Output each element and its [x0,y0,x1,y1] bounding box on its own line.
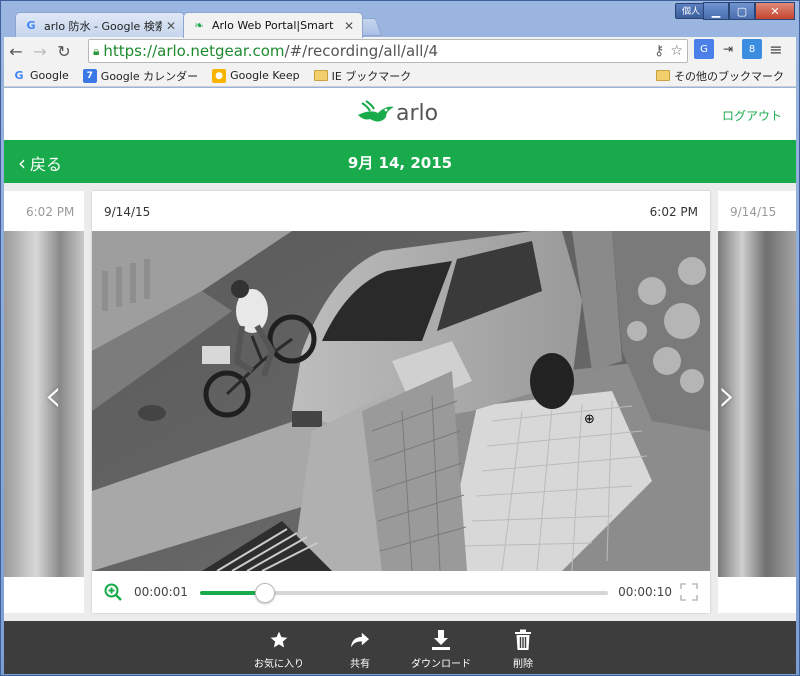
action-label: ダウンロード [411,659,471,670]
site-header: arlo ログアウト [4,88,796,140]
zoom-cursor-icon: ⊕ [584,412,595,427]
other-bookmarks[interactable]: その他のブックマーク [656,68,784,84]
download-icon [396,627,486,653]
tab-title: Arlo Web Portal|Smart [212,19,334,32]
forward-arrow-icon[interactable]: → [28,39,52,63]
key-icon[interactable]: ⚷ [654,43,664,59]
recording-date: 9/14/15 [730,205,777,219]
bookmark-label: Google [30,69,69,82]
bookmark-google[interactable]: G Google [12,69,69,83]
recording-date: 9/14/15 [104,205,151,219]
google-g-icon: G [26,19,36,32]
reload-icon[interactable]: ↻ [52,39,76,63]
seek-handle[interactable] [255,583,276,603]
url-host: https://arlo.netgear.com [103,42,285,60]
extension-icons: G ⇥ 8 ≡ [694,39,786,59]
bookmark-label: その他のブックマーク [674,69,784,83]
tab-google-search[interactable]: G arlo 防水 - Google 検索 ✕ [15,12,185,38]
fullscreen-icon[interactable] [680,583,698,601]
maximize-button[interactable]: ▢ [729,2,755,20]
logout-link[interactable]: ログアウト [722,107,782,124]
recording-time: 6:02 PM [26,205,75,219]
bookmark-label: Google Keep [230,69,300,82]
page-title: 9月 14, 2015 [347,154,453,172]
bookmark-label: IE ブックマーク [331,69,412,83]
window-close-button[interactable]: ✕ [755,2,795,20]
action-label: 共有 [350,659,370,670]
address-bar[interactable]: 🔒︎ https://arlo.netgear.com/#/recording/… [88,39,688,63]
bookmarks-bar: G Google 7 Google カレンダー ● Google Keep IE… [4,65,796,87]
bookmark-star-icon[interactable]: ☆ [670,43,683,59]
arlo-bird-icon [358,100,394,122]
current-time: 00:00:01 [134,585,188,599]
calendar-icon: 7 [82,68,97,83]
recording-card: 9/14/15 6:02 PM ⊕ 00:00:01 00:00:10 [92,191,710,613]
delete-button[interactable]: 削除 [478,627,568,670]
playback-controls: 00:00:01 00:00:10 [92,571,710,613]
total-time: 00:00:10 [618,585,672,599]
zoom-in-icon[interactable] [104,583,122,601]
action-label: お気に入り [254,659,304,670]
close-icon[interactable]: ✕ [344,19,354,33]
recording-time: 6:02 PM [649,205,698,219]
bookmark-google-calendar[interactable]: 7 Google カレンダー [82,68,199,84]
download-button[interactable]: ダウンロード [396,627,486,670]
tab-arlo-portal[interactable]: ❧ Arlo Web Portal|Smart ✕ [183,12,363,38]
keep-icon: ● [212,68,227,83]
previous-arrow-icon[interactable]: ‹ [44,368,62,422]
window-controls: ▁ ▢ ✕ [703,2,795,20]
bookmark-label: Google カレンダー [100,69,199,83]
folder-icon [313,69,328,83]
back-arrow-icon[interactable]: ← [4,39,28,63]
recording-carousel: 6:02 PM ‹ 9/14/15 6:02 PM ⊕ 00:00:01 00:… [4,183,796,621]
browser-toolbar: ← → ↻ 🔒︎ https://arlo.netgear.com/#/reco… [4,37,796,65]
bookmark-ie-folder[interactable]: IE ブックマーク [313,68,412,84]
title-bar: G arlo 防水 - Google 検索 ✕ ❧ Arlo Web Porta… [1,1,799,38]
star-icon [234,627,324,653]
omnibox-icons: ⚷ ☆ [654,43,683,59]
nav-bar: ‹ 戻る 9月 14, 2015 [4,140,796,183]
logo-text: arlo [396,100,439,126]
folder-icon [656,69,670,83]
video-player[interactable]: ⊕ [92,231,710,571]
url-path: /#/recording/all/all/4 [284,42,439,60]
google-g-icon: G [14,69,24,82]
favorite-button[interactable]: お気に入り [234,627,324,670]
action-label: 削除 [513,659,533,670]
seek-bar[interactable] [200,583,608,603]
share-button[interactable]: 共有 [315,627,405,670]
menu-icon[interactable]: ≡ [766,39,786,59]
arlo-logo: arlo [356,99,438,127]
extension-icon[interactable]: 8 [742,39,762,59]
next-arrow-icon[interactable]: › [718,368,736,422]
lock-icon: 🔒︎ [93,43,100,58]
close-icon[interactable]: ✕ [166,19,176,33]
bookmark-google-keep[interactable]: ● Google Keep [212,68,300,83]
action-bar: お気に入り 共有 ダウンロード 削除 [4,621,796,674]
share-icon [315,627,405,653]
tab-title: arlo 防水 - Google 検索 [44,19,162,33]
page-content: arlo ログアウト ‹ 戻る 9月 14, 2015 6:02 PM ‹ 9/… [4,88,796,674]
browser-window: G arlo 防水 - Google 検索 ✕ ❧ Arlo Web Porta… [0,0,800,676]
minimize-button[interactable]: ▁ [703,2,729,20]
translate-icon[interactable]: G [694,39,714,59]
arlo-icon: ❧ [194,19,204,32]
video-frame [92,231,710,571]
trash-icon [478,627,568,653]
cast-icon[interactable]: ⇥ [718,39,738,59]
